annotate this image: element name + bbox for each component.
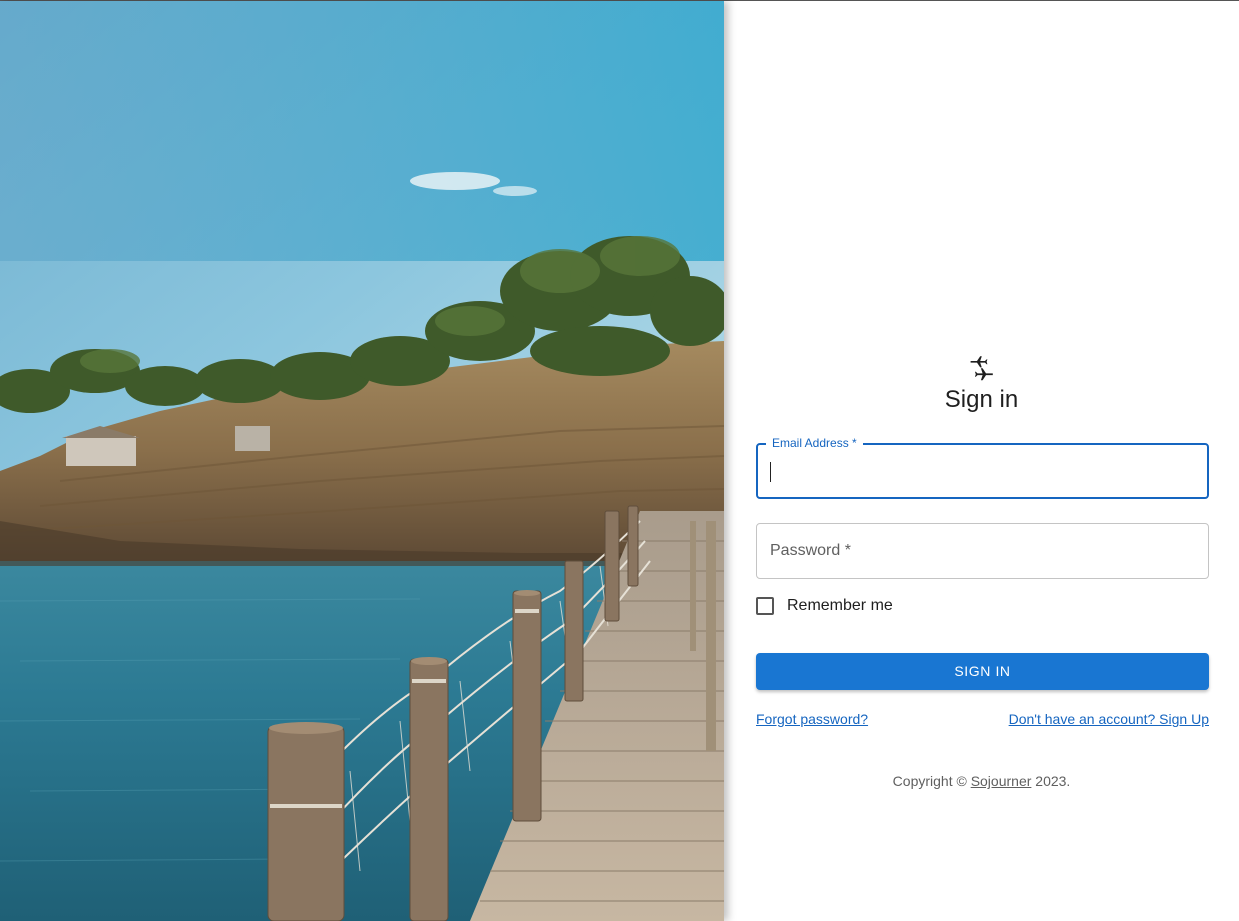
remember-me[interactable]: Remember me [756, 597, 893, 615]
password-label: Password * [770, 542, 851, 559]
sign-in-button[interactable]: SIGN IN [756, 653, 1209, 690]
email-field[interactable]: Email Address * [756, 436, 1209, 499]
brand-link[interactable]: Sojourner [971, 773, 1032, 789]
sign-up-link[interactable]: Don't have an account? Sign Up [1009, 711, 1209, 727]
password-field[interactable]: Password * [756, 523, 1209, 579]
copyright: Copyright © Sojourner 2023. [892, 773, 1071, 789]
sign-in-panel: Sign in Email Address * Password * Remem… [724, 1, 1239, 921]
page-title: Sign in [944, 386, 1019, 413]
remember-checkbox[interactable] [756, 597, 774, 615]
remember-label: Remember me [787, 597, 893, 614]
sign-in-page: Sign in Email Address * Password * Remem… [0, 0, 1239, 921]
text-caret [770, 462, 771, 482]
hero-image [0, 1, 724, 921]
email-label: Email Address * [766, 436, 863, 450]
airplanes-icon [969, 353, 995, 383]
forgot-password-link[interactable]: Forgot password? [756, 711, 868, 727]
